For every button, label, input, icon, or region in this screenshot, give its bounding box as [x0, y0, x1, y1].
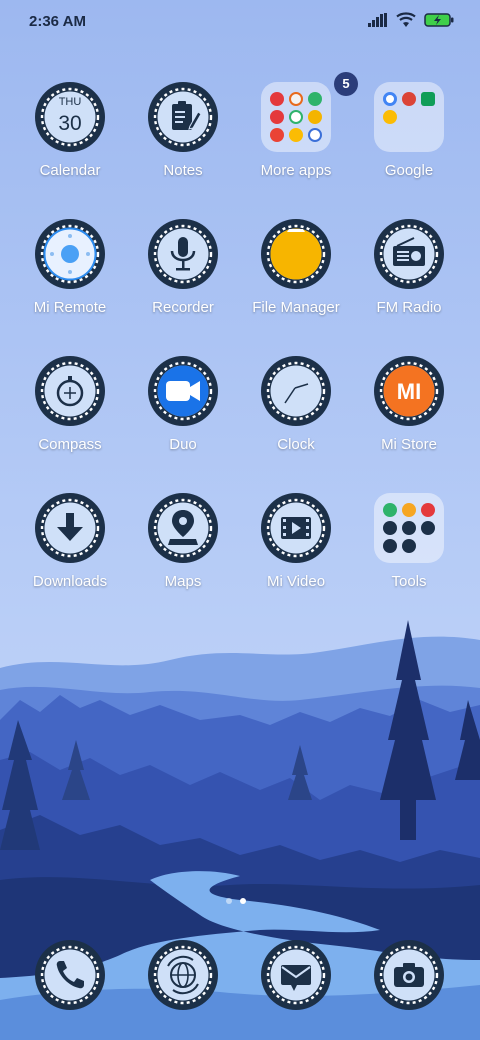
film-icon [261, 493, 331, 563]
app-mi-video[interactable]: Mi Video [240, 493, 352, 613]
camera-icon [374, 940, 444, 1010]
notes-icon [148, 82, 218, 152]
envelope-icon [261, 940, 331, 1010]
app-label: File Manager [252, 299, 340, 316]
app-label: Mi Store [381, 436, 437, 453]
app-mini-icon [402, 539, 416, 553]
app-label: Maps [164, 573, 202, 590]
app-mini-icon [402, 521, 416, 535]
app-mini-icon [421, 503, 435, 517]
app-compass[interactable]: Compass [14, 356, 126, 476]
phone-icon [35, 940, 105, 1010]
clock-icon [261, 356, 331, 426]
folder-icon [261, 219, 331, 289]
app-mi-remote[interactable]: Mi Remote [14, 219, 126, 339]
app-label: More apps [260, 162, 332, 179]
download-arrow-icon [35, 493, 105, 563]
app-mini-icon [402, 503, 416, 517]
app-mini-icon [289, 128, 303, 142]
page-indicator [226, 898, 246, 904]
chrome-icon [402, 92, 416, 106]
app-label: Tools [391, 573, 427, 590]
app-downloads[interactable]: Downloads [14, 493, 126, 613]
app-label: Downloads [32, 573, 108, 590]
app-clock[interactable]: Clock [240, 356, 352, 476]
dock-browser[interactable] [127, 940, 239, 1020]
status-time: 2:36 AM [29, 13, 86, 30]
globe-icon [148, 940, 218, 1010]
app-mini-icon [383, 521, 397, 535]
app-label: Recorder [152, 299, 214, 316]
app-mini-icon [308, 110, 322, 124]
app-mini-icon [421, 521, 435, 535]
app-label: FM Radio [376, 299, 442, 316]
folder-tools-preview [374, 493, 444, 563]
app-calendar[interactable]: THU 30 Calendar [14, 82, 126, 202]
app-mini-icon [270, 110, 284, 124]
dock-camera[interactable] [353, 940, 465, 1020]
folder-google[interactable]: Google [353, 82, 465, 202]
compass-icon [35, 356, 105, 426]
calendar-icon: THU 30 [35, 82, 105, 152]
folder-more-apps[interactable]: 5 More apps [240, 72, 358, 202]
video-call-icon [148, 356, 218, 426]
battery-charging-icon [424, 13, 454, 27]
folder-tools[interactable]: Tools [353, 493, 465, 613]
app-recorder[interactable]: Recorder [127, 219, 239, 339]
folder-more-apps-preview: 5 [261, 72, 358, 152]
app-mini-icon [289, 110, 303, 124]
mi-logo-text: MI [396, 379, 422, 404]
microphone-icon [148, 219, 218, 289]
page-dot[interactable] [226, 898, 232, 904]
app-mini-icon [308, 128, 322, 142]
google-g-icon [383, 92, 397, 106]
app-mini-icon [270, 128, 284, 142]
app-notes[interactable]: Notes [127, 82, 239, 202]
wps-icon [270, 92, 284, 106]
app-maps[interactable]: Maps [127, 493, 239, 613]
radio-icon [374, 219, 444, 289]
app-mini-icon [383, 539, 397, 553]
app-duo[interactable]: Duo [127, 356, 239, 476]
folder-google-preview [374, 82, 444, 152]
app-label: Notes [163, 162, 203, 179]
app-mini-icon [383, 503, 397, 517]
app-label: Mi Video [266, 573, 326, 590]
dock-messages[interactable] [240, 940, 352, 1020]
app-mini-icon [308, 92, 322, 106]
app-mini-icon [289, 92, 303, 106]
remote-icon [35, 219, 105, 289]
drive-icon [421, 92, 435, 106]
wifi-icon [396, 12, 416, 27]
calendar-date: 30 [58, 112, 82, 135]
app-label: Google [384, 162, 434, 179]
app-label: Mi Remote [33, 299, 107, 316]
app-label: Compass [38, 436, 102, 453]
app-label: Duo [169, 436, 197, 453]
app-mi-store[interactable]: MI Mi Store [353, 356, 465, 476]
dock-phone[interactable] [14, 940, 126, 1020]
calendar-day: THU [58, 96, 82, 108]
status-bar: 2:36 AM [0, 0, 480, 44]
app-label: Calendar [39, 162, 101, 179]
app-fm-radio[interactable]: FM Radio [353, 219, 465, 339]
app-label: Clock [277, 436, 315, 453]
map-pin-icon [148, 493, 218, 563]
mi-logo-icon: MI [374, 356, 444, 426]
app-file-manager[interactable]: File Manager [240, 219, 352, 339]
page-dot-active[interactable] [240, 898, 246, 904]
signal-icon [368, 13, 387, 27]
photos-icon [383, 110, 397, 124]
